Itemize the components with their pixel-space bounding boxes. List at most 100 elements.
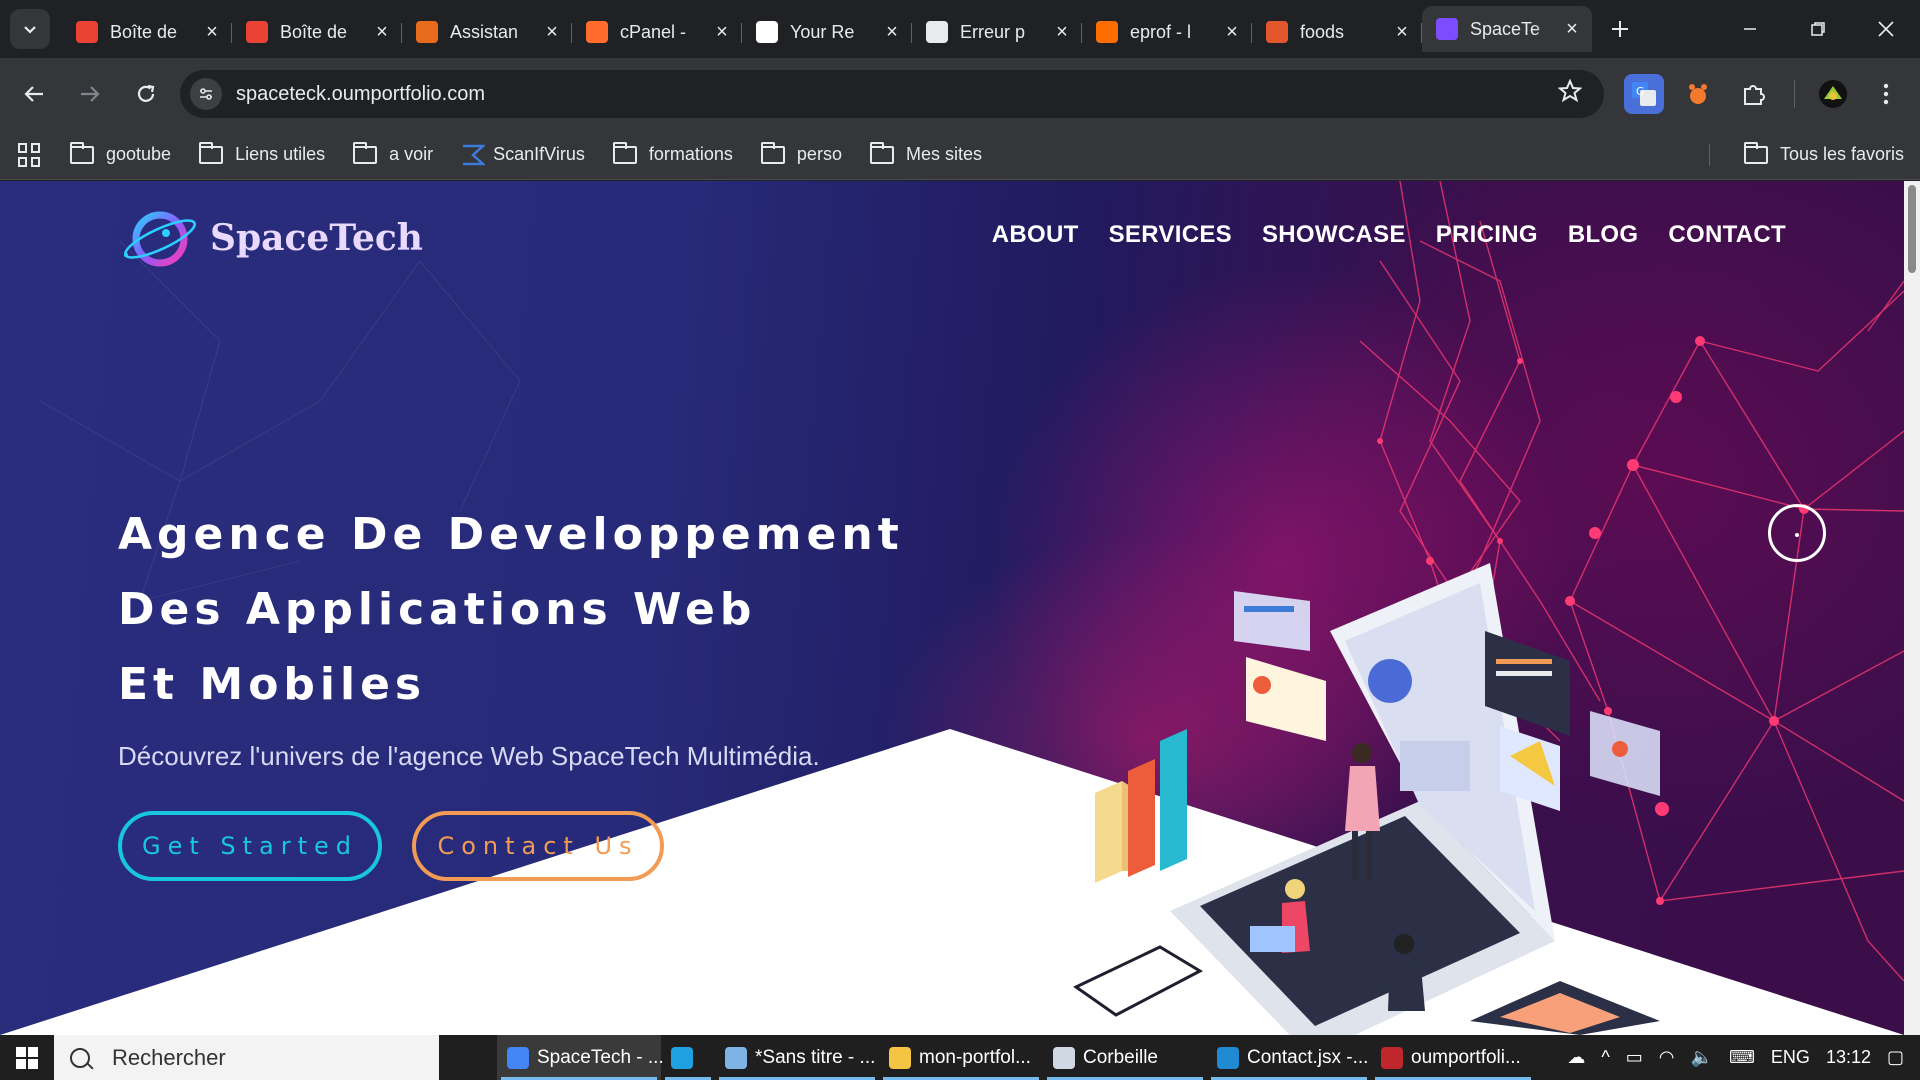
food-icon	[1266, 21, 1288, 43]
gmail-icon	[76, 21, 98, 43]
keyboard-icon[interactable]: ⌨	[1729, 1047, 1755, 1068]
weather-icon[interactable]: ☁	[1567, 1047, 1585, 1068]
taskbar-app[interactable]: SpaceTech - ...	[497, 1035, 664, 1080]
nav-about[interactable]: ABOUT	[992, 221, 1079, 249]
site-info-button[interactable]	[190, 78, 222, 110]
close-tab-icon[interactable]: ×	[202, 21, 222, 44]
get-started-button[interactable]: Get Started	[118, 811, 382, 881]
folder-icon	[199, 141, 224, 164]
taskbar-app-label: Corbeille	[1083, 1046, 1158, 1068]
wifi-icon[interactable]: ◠	[1659, 1047, 1675, 1068]
web-page: SpaceTech ABOUT SERVICES SHOWCASE PRICIN…	[0, 181, 1904, 1035]
bookmark-folder[interactable]: gootube	[70, 141, 171, 165]
nav-pricing[interactable]: PRICING	[1436, 221, 1538, 249]
taskbar-app[interactable]	[661, 1035, 715, 1080]
taskbar-search[interactable]: Rechercher	[54, 1035, 439, 1080]
tab-search-button[interactable]	[10, 9, 50, 49]
restore-button[interactable]	[1784, 0, 1852, 58]
close-tab-icon[interactable]: ×	[882, 21, 902, 44]
back-button[interactable]	[12, 72, 56, 116]
reload-button[interactable]	[124, 72, 168, 116]
taskbar-app[interactable]: Contact.jsx -...	[1207, 1035, 1371, 1080]
orange-extension[interactable]	[1678, 74, 1718, 114]
contact-us-button[interactable]: Contact Us	[412, 811, 664, 881]
start-button[interactable]	[0, 1035, 54, 1080]
scroll-indicator[interactable]	[1768, 504, 1826, 562]
extension-paw-icon	[1689, 84, 1707, 104]
folder-icon	[889, 1046, 911, 1069]
tab-title: eprof - l	[1130, 21, 1192, 42]
apps-icon[interactable]	[18, 142, 42, 167]
browser-tab[interactable]: cPanel - ×	[572, 12, 742, 52]
notifications-icon[interactable]: ▢	[1887, 1047, 1904, 1068]
close-tab-icon[interactable]: ×	[712, 21, 732, 44]
browser-tab[interactable]: foods ×	[1252, 12, 1422, 52]
browser-menu-button[interactable]	[1866, 74, 1906, 114]
taskbar-app[interactable]: mon-portfol...	[879, 1035, 1043, 1080]
taskbar-app[interactable]: oumportfoli...	[1371, 1035, 1535, 1080]
close-tab-icon[interactable]: ×	[1222, 21, 1242, 44]
profile-avatar[interactable]	[1813, 74, 1853, 114]
bookmark-folder[interactable]: Liens utiles	[199, 141, 325, 165]
url-text[interactable]: spaceteck.oumportfolio.com	[236, 83, 485, 106]
close-tab-icon[interactable]: ×	[1392, 21, 1412, 44]
google-translate-extension[interactable]: G	[1624, 74, 1664, 114]
browser-tab[interactable]: Boîte de ×	[232, 12, 402, 52]
hero-title-line: Des Applications Web	[118, 584, 757, 635]
nav-blog[interactable]: BLOG	[1568, 221, 1639, 249]
clock[interactable]: 13:12	[1826, 1047, 1871, 1068]
forward-button[interactable]	[68, 72, 112, 116]
all-bookmarks-button[interactable]: Tous les favoris	[1744, 141, 1904, 165]
folder-icon	[760, 141, 785, 164]
close-window-button[interactable]	[1852, 0, 1920, 58]
assistant-icon	[416, 21, 438, 43]
notepad-icon	[725, 1046, 747, 1069]
scrollbar-thumb[interactable]	[1908, 185, 1916, 273]
edge-icon	[671, 1046, 693, 1069]
folder-icon	[869, 141, 894, 164]
window-controls	[1716, 0, 1920, 58]
close-tab-icon[interactable]: ×	[1052, 21, 1072, 44]
arrow-right-icon	[81, 86, 100, 102]
language-indicator[interactable]: ENG	[1771, 1047, 1810, 1068]
search-icon	[70, 1047, 90, 1068]
bookmark-folder[interactable]: a voir	[353, 141, 433, 165]
battery-icon[interactable]: ▭	[1626, 1047, 1643, 1068]
taskbar-app[interactable]: Corbeille	[1043, 1035, 1207, 1080]
volume-icon[interactable]: 🔈	[1691, 1047, 1713, 1068]
nav-services[interactable]: SERVICES	[1109, 221, 1232, 249]
bookmark-star-button[interactable]	[1557, 77, 1583, 110]
windows-logo-icon	[16, 1046, 38, 1069]
bookmark-link[interactable]: ScanIfVirus	[461, 144, 585, 166]
browser-tab[interactable]: Your Re ×	[742, 12, 912, 52]
chevron-up-icon[interactable]: ^	[1601, 1047, 1609, 1068]
close-tab-icon[interactable]: ×	[1562, 18, 1582, 41]
browser-tab[interactable]: eprof - l ×	[1082, 12, 1252, 52]
search-placeholder: Rechercher	[112, 1044, 226, 1070]
nav-contact[interactable]: CONTACT	[1668, 221, 1786, 249]
bookmark-folder[interactable]: Mes sites	[869, 141, 982, 165]
nav-showcase[interactable]: SHOWCASE	[1262, 221, 1406, 249]
close-tab-icon[interactable]: ×	[542, 21, 562, 44]
tab-title: Boîte de	[110, 21, 178, 42]
bar-chart-illustration	[1095, 729, 1187, 883]
close-tab-icon[interactable]: ×	[372, 21, 392, 44]
browser-tab[interactable]: SpaceTe ×	[1422, 6, 1592, 52]
browser-tab[interactable]: Erreur p ×	[912, 12, 1082, 52]
tab-title: SpaceTe	[1470, 18, 1541, 39]
bookmark-folder[interactable]: formations	[612, 141, 733, 165]
browser-tab[interactable]: Boîte de ×	[62, 12, 232, 52]
taskbar-app[interactable]: *Sans titre - ...	[715, 1035, 879, 1080]
bookmark-folder[interactable]: perso	[760, 141, 842, 165]
extensions-button[interactable]	[1734, 74, 1774, 114]
github-icon	[756, 21, 778, 43]
new-tab-button[interactable]	[1600, 9, 1640, 49]
chevron-down-icon	[24, 26, 36, 34]
logo-text: SpaceTech	[210, 217, 423, 259]
site-logo[interactable]: SpaceTech	[120, 203, 423, 273]
page-scrollbar[interactable]	[1904, 181, 1920, 1035]
browser-tab[interactable]: Assistan ×	[402, 12, 572, 52]
minimize-button[interactable]	[1716, 0, 1784, 58]
address-bar[interactable]: spaceteck.oumportfolio.com	[180, 70, 1604, 118]
svg-text:G: G	[1636, 85, 1645, 98]
